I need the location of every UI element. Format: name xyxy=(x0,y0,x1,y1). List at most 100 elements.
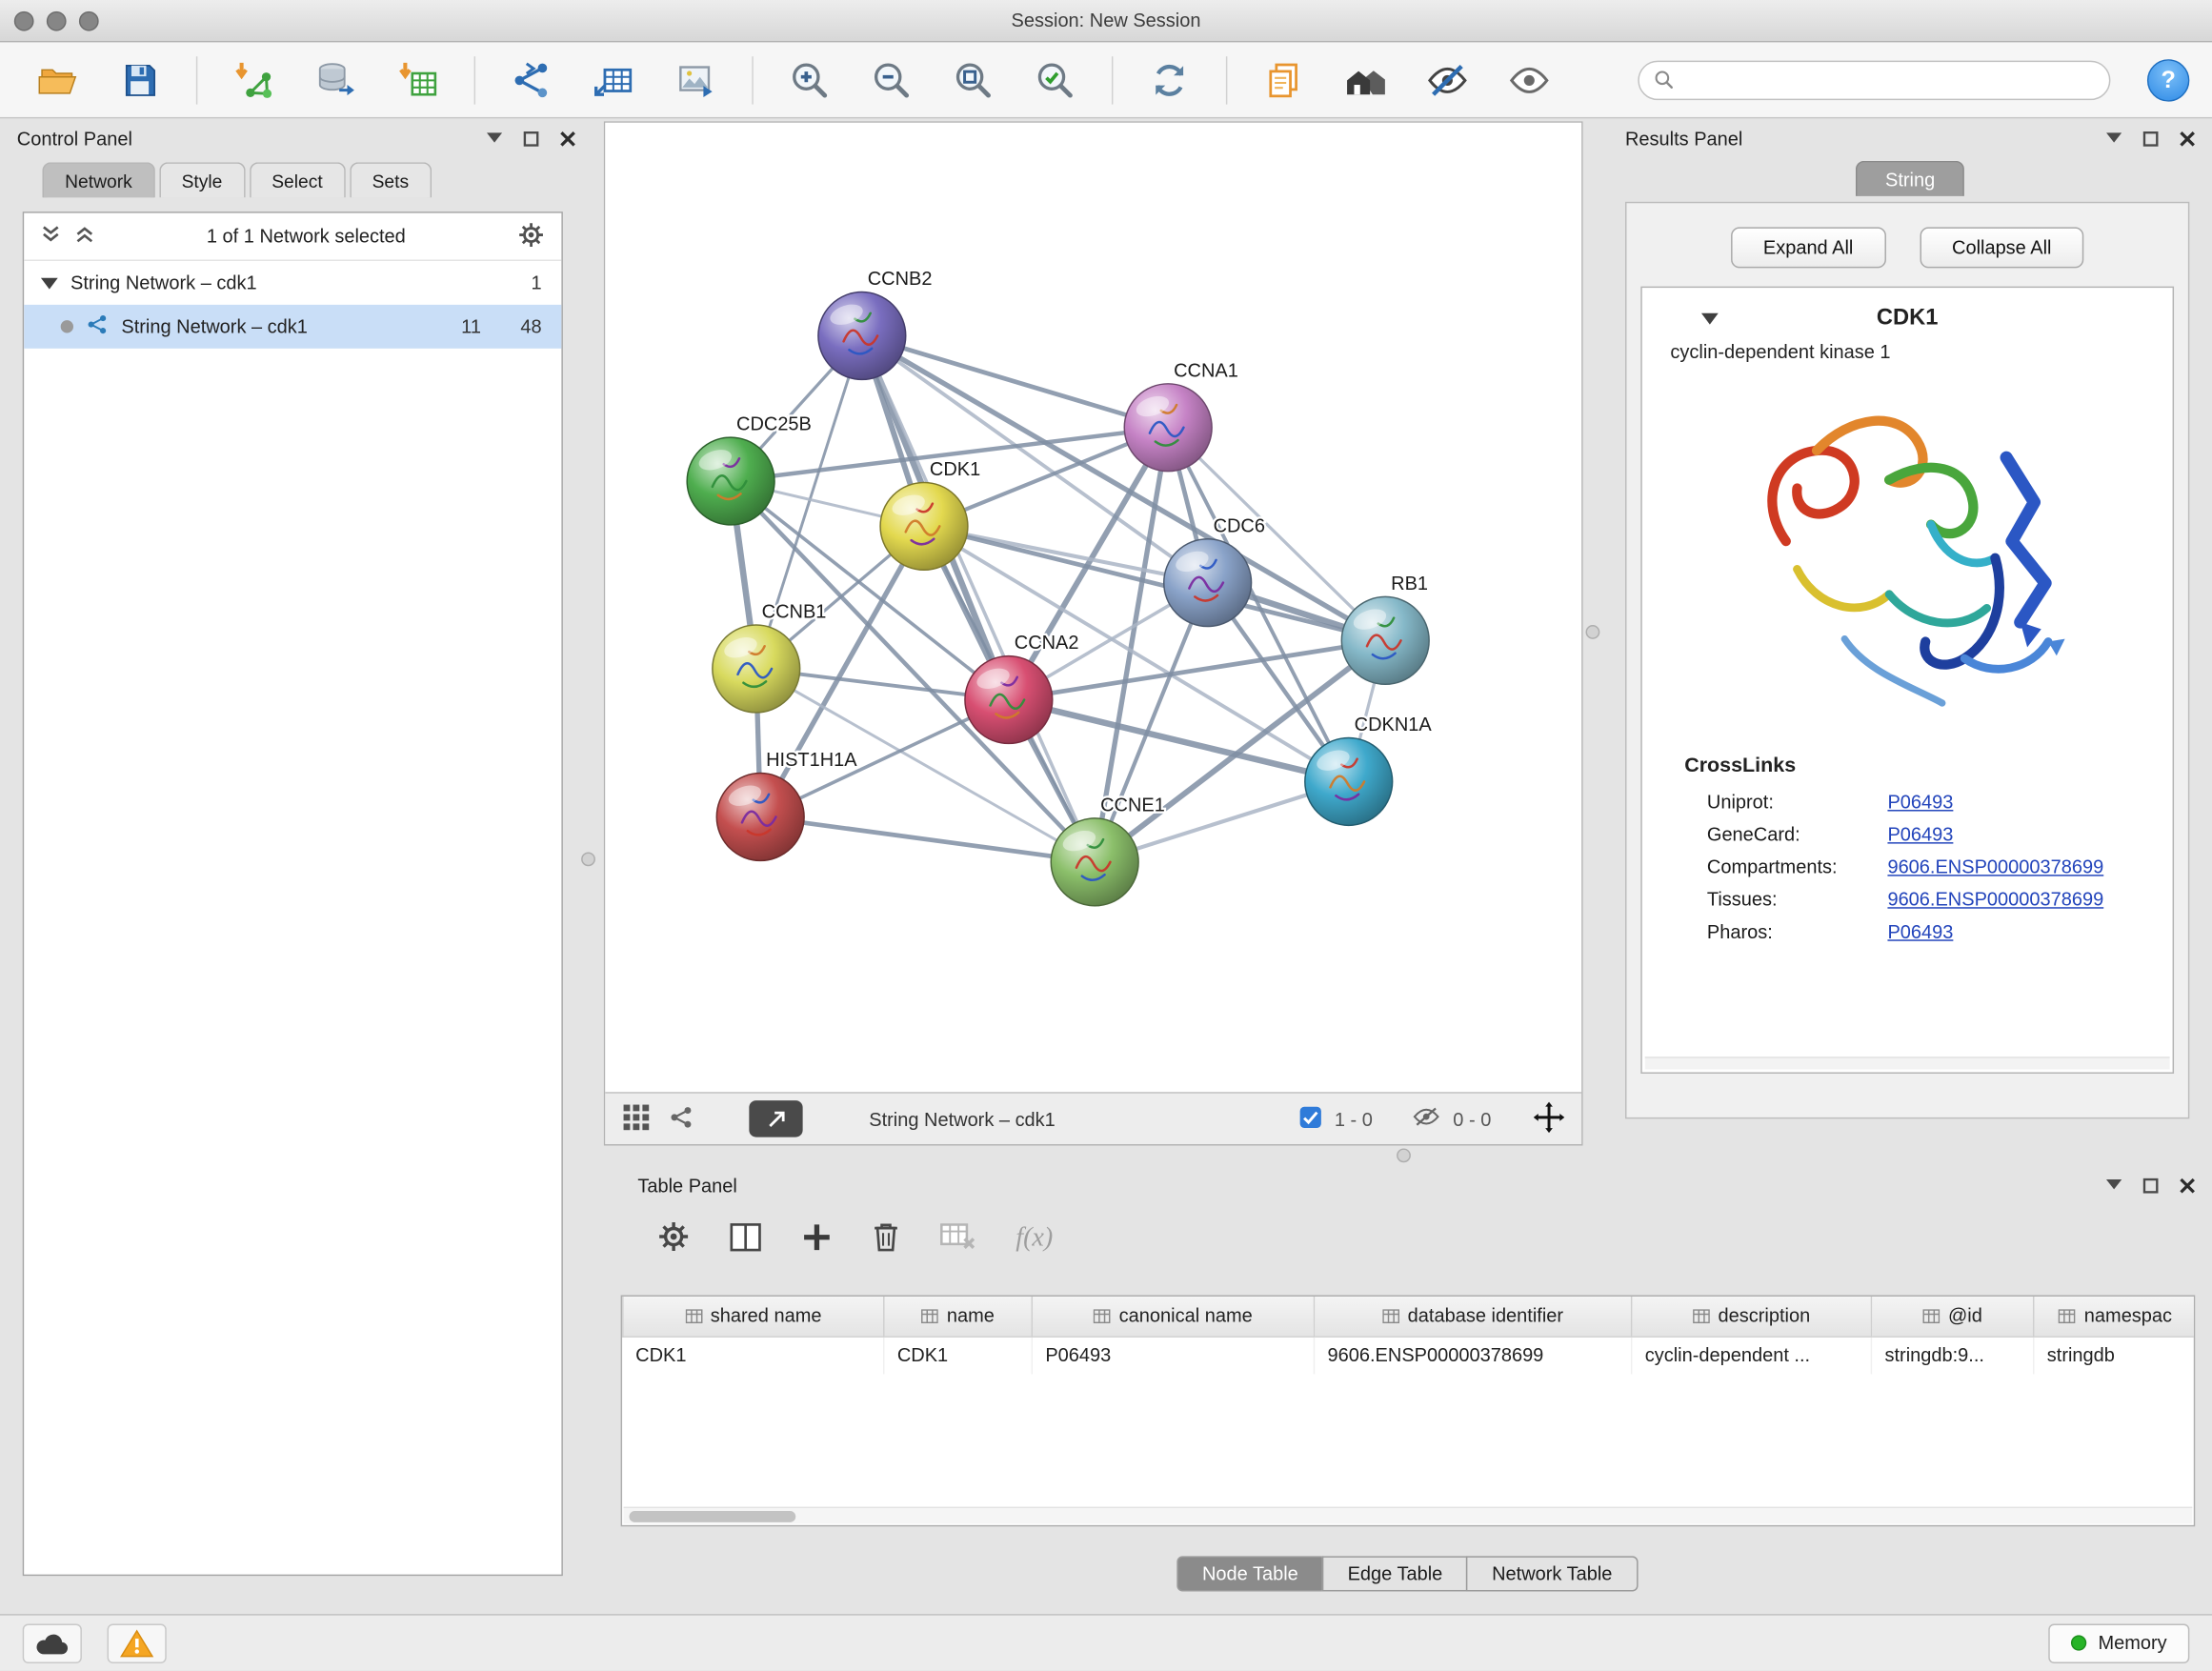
import-network-database-button[interactable] xyxy=(303,49,368,111)
network-node-CCNA1[interactable] xyxy=(1124,384,1212,472)
table-cell[interactable]: cyclin-dependent ... xyxy=(1632,1336,1872,1374)
gene-section-expander-icon[interactable] xyxy=(1701,313,1719,325)
search-box[interactable] xyxy=(1638,60,2110,99)
network-style-icon[interactable] xyxy=(669,1104,694,1134)
selected-checkbox-icon[interactable] xyxy=(1299,1105,1322,1132)
column-header-name[interactable]: name xyxy=(884,1297,1032,1336)
expand-all-button[interactable]: Expand All xyxy=(1731,227,1886,268)
new-table-from-network-button[interactable] xyxy=(581,49,646,111)
tab-network-table[interactable]: Network Table xyxy=(1466,1556,1638,1591)
float-panel-icon[interactable] xyxy=(2142,1178,2158,1193)
table-cell[interactable]: stringdb xyxy=(2034,1336,2196,1374)
table-cell[interactable]: CDK1 xyxy=(623,1336,884,1374)
network-edge[interactable] xyxy=(862,335,1168,427)
table-horizontal-scrollbar[interactable] xyxy=(624,1507,2193,1524)
tab-node-table[interactable]: Node Table xyxy=(1176,1556,1323,1591)
import-network-file-button[interactable] xyxy=(222,49,287,111)
zoom-fit-button[interactable] xyxy=(941,49,1006,111)
splitter-handle[interactable] xyxy=(581,852,595,866)
crosslink-value[interactable]: 9606.ENSP00000378699 xyxy=(1887,856,2103,877)
close-panel-icon[interactable] xyxy=(2180,131,2195,146)
pan-crosshair-icon[interactable] xyxy=(1534,1101,1565,1137)
minimize-window-button[interactable] xyxy=(47,11,67,31)
crosslink-value[interactable]: P06493 xyxy=(1887,921,1953,942)
tab-network[interactable]: Network xyxy=(42,162,154,197)
zoom-out-button[interactable] xyxy=(859,49,924,111)
zoom-selected-button[interactable] xyxy=(1023,49,1088,111)
column-header-database-identifier[interactable]: database identifier xyxy=(1314,1297,1631,1336)
show-all-button[interactable] xyxy=(1497,49,1561,111)
panel-menu-icon[interactable] xyxy=(487,132,502,144)
column-header-id[interactable]: @id xyxy=(1871,1297,2033,1336)
network-options-gear-icon[interactable] xyxy=(517,221,544,252)
network-node-CDK1[interactable] xyxy=(880,482,968,570)
scrollbar-thumb[interactable] xyxy=(629,1511,795,1522)
network-node-RB1[interactable] xyxy=(1341,596,1429,684)
add-column-icon[interactable] xyxy=(801,1221,833,1257)
crosslink-value[interactable]: P06493 xyxy=(1887,824,1953,845)
table-row[interactable]: CDK1CDK1P064939606.ENSP00000378699cyclin… xyxy=(623,1336,2195,1374)
table-cell[interactable]: CDK1 xyxy=(884,1336,1032,1374)
export-image-button[interactable] xyxy=(663,49,728,111)
panel-menu-icon[interactable] xyxy=(2106,132,2122,144)
tab-edge-table[interactable]: Edge Table xyxy=(1322,1556,1468,1591)
memory-button[interactable]: Memory xyxy=(2049,1623,2190,1662)
search-input[interactable] xyxy=(1684,70,2095,91)
crosslink-value[interactable]: 9606.ENSP00000378699 xyxy=(1887,889,2103,910)
zoom-window-button[interactable] xyxy=(79,11,99,31)
splitter-handle[interactable] xyxy=(1586,625,1600,639)
network-node-CDC6[interactable] xyxy=(1164,539,1252,627)
help-button[interactable]: ? xyxy=(2147,58,2189,100)
show-columns-icon[interactable] xyxy=(730,1221,762,1257)
network-node-CCNB2[interactable] xyxy=(818,292,906,380)
tab-select[interactable]: Select xyxy=(250,162,346,197)
network-edge[interactable] xyxy=(862,335,1095,861)
import-table-button[interactable] xyxy=(385,49,450,111)
network-edge[interactable] xyxy=(760,816,1095,861)
network-node-CCNE1[interactable] xyxy=(1051,818,1138,906)
panel-menu-icon[interactable] xyxy=(2106,1179,2122,1191)
close-panel-icon[interactable] xyxy=(2180,1178,2195,1193)
new-network-from-selection-button[interactable] xyxy=(499,49,564,111)
cloud-status-button[interactable] xyxy=(23,1623,82,1662)
tab-string[interactable]: String xyxy=(1856,161,1964,196)
home-birdseye-button[interactable] xyxy=(1333,49,1398,111)
column-header-canonical-name[interactable]: canonical name xyxy=(1032,1297,1314,1336)
network-row[interactable]: String Network – cdk1 11 48 xyxy=(24,305,561,349)
tab-style[interactable]: Style xyxy=(159,162,245,197)
network-node-CCNA2[interactable] xyxy=(965,656,1053,744)
network-node-CCNB1[interactable] xyxy=(713,625,800,713)
table-cell[interactable]: 9606.ENSP00000378699 xyxy=(1314,1336,1631,1374)
save-session-button[interactable] xyxy=(108,49,172,111)
crosslink-value[interactable]: P06493 xyxy=(1887,792,1953,813)
delete-column-trash-icon[interactable] xyxy=(872,1220,900,1258)
network-node-CDC25B[interactable] xyxy=(687,437,774,525)
close-panel-icon[interactable] xyxy=(560,131,575,146)
column-header-description[interactable]: description xyxy=(1632,1297,1872,1336)
warnings-button[interactable] xyxy=(108,1623,167,1662)
duplicate-network-button[interactable] xyxy=(1252,49,1317,111)
table-cell[interactable]: P06493 xyxy=(1032,1336,1314,1374)
tab-sets[interactable]: Sets xyxy=(350,162,432,197)
expand-all-networks-icon[interactable] xyxy=(74,226,94,247)
column-header-namespac[interactable]: namespac xyxy=(2034,1297,2196,1336)
network-node-HIST1H1A[interactable] xyxy=(716,774,804,861)
table-cell[interactable]: stringdb:9... xyxy=(1871,1336,2033,1374)
zoom-in-button[interactable] xyxy=(777,49,842,111)
refresh-view-button[interactable] xyxy=(1137,49,1202,111)
results-scrollbar[interactable] xyxy=(1645,1057,2170,1069)
splitter-handle[interactable] xyxy=(1397,1148,1411,1162)
collapse-all-networks-icon[interactable] xyxy=(41,226,61,247)
open-session-button[interactable] xyxy=(26,49,90,111)
network-node-CDKN1A[interactable] xyxy=(1305,738,1393,826)
collection-expander-icon[interactable] xyxy=(41,277,58,289)
table-options-gear-icon[interactable] xyxy=(657,1220,690,1258)
network-canvas[interactable]: CCNB2CCNA1CDC25BCDK1CDC6RB1CCNB1CCNA2CDK… xyxy=(605,123,1581,1092)
detach-view-button[interactable] xyxy=(749,1100,802,1137)
float-panel-icon[interactable] xyxy=(523,131,538,146)
network-collection-row[interactable]: String Network – cdk1 1 xyxy=(24,261,561,305)
collapse-all-button[interactable]: Collapse All xyxy=(1920,227,2084,268)
close-window-button[interactable] xyxy=(14,11,34,31)
float-panel-icon[interactable] xyxy=(2142,131,2158,146)
grid-view-icon[interactable] xyxy=(622,1102,651,1135)
